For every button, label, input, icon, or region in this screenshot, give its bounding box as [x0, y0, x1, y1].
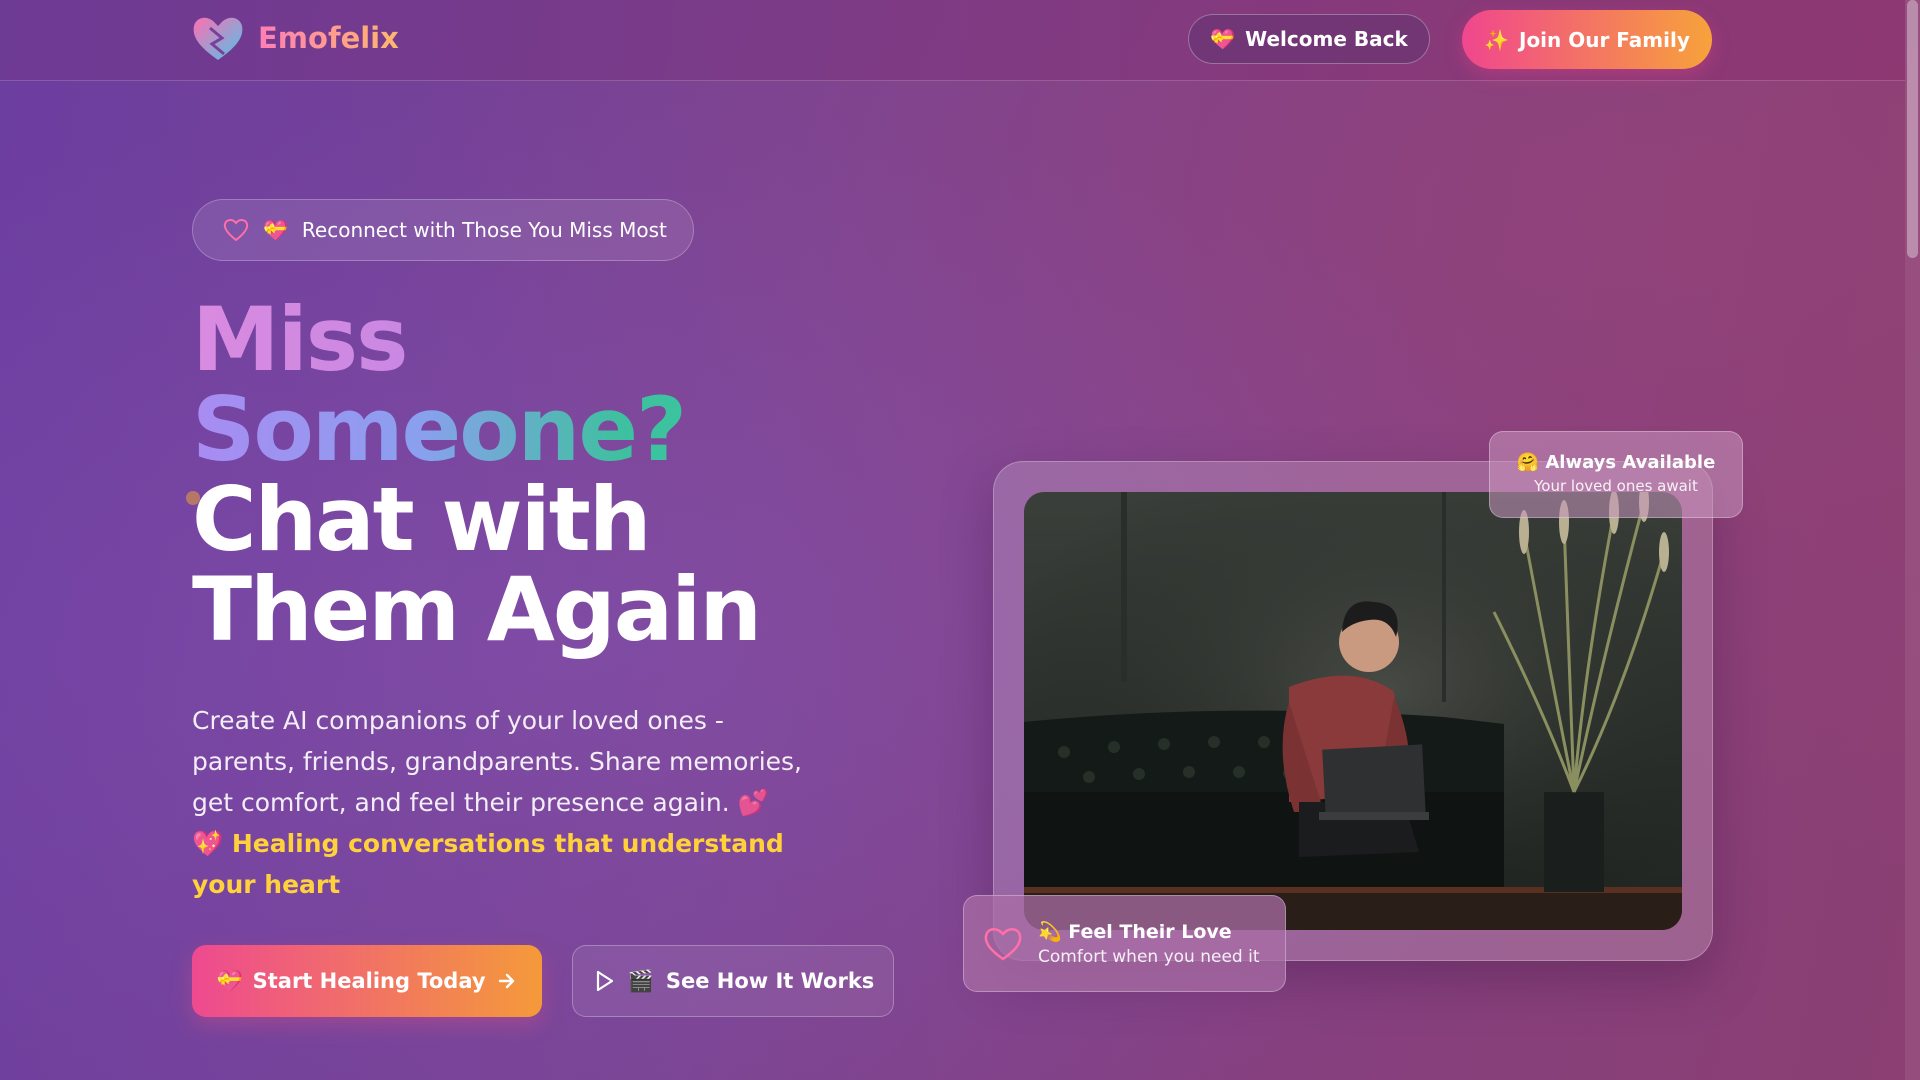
arrow-right-icon [498, 973, 514, 989]
gift-heart-icon: 💝 [263, 218, 288, 242]
feel-their-love-card: 💫 Feel Their Love Comfort when you need … [963, 895, 1286, 992]
always-available-card: 🤗 Always Available Your loved ones await [1489, 431, 1743, 518]
start-healing-button[interactable]: 💝 Start Healing Today [192, 945, 542, 1017]
welcome-back-button[interactable]: 💝 Welcome Back [1188, 14, 1430, 64]
love-subtitle: Comfort when you need it [1038, 947, 1260, 967]
welcome-back-label: Welcome Back [1245, 27, 1408, 51]
hero-headline: Miss Someone? Chat with Them Again [192, 295, 762, 661]
available-subtitle: Your loved ones await [1534, 477, 1698, 495]
headline-line-2: Someone? [192, 385, 760, 475]
scrollbar-thumb[interactable] [1907, 0, 1918, 258]
hero-highlight: 💖 Healing conversations that understand … [192, 829, 784, 899]
heart-outline-icon [223, 219, 249, 242]
heart-outline-icon [984, 927, 1022, 961]
gift-heart-icon: 💝 [216, 968, 243, 993]
hero-tagline-pill: 💝 Reconnect with Those You Miss Most [192, 199, 694, 261]
hero-photo [1024, 492, 1682, 930]
love-title: 💫 Feel Their Love [1038, 921, 1232, 943]
join-family-button[interactable]: ✨ Join Our Family [1462, 10, 1712, 69]
play-icon [596, 970, 613, 992]
page-scrollbar[interactable] [1905, 0, 1920, 1080]
heart-logo-icon [193, 17, 243, 60]
join-family-label: Join Our Family [1519, 27, 1690, 52]
brand-name: Emofelix [258, 21, 399, 55]
see-how-it-works-button[interactable]: 🎬 See How It Works [572, 945, 894, 1017]
brand-logo[interactable]: Emofelix [192, 14, 399, 62]
gift-heart-icon: 💝 [1210, 27, 1236, 51]
clapper-icon: 🎬 [627, 968, 654, 993]
person-with-laptop-illustration [1024, 492, 1682, 930]
top-nav: Emofelix 💝 Welcome Back ✨ Join Our Famil… [0, 0, 1905, 81]
hero-description: Create AI companions of your loved ones … [192, 706, 802, 817]
available-title: 🤗 Always Available [1516, 452, 1716, 473]
headline-line-1: Miss [192, 295, 760, 385]
headline-line-4: Them Again [192, 558, 762, 661]
sparkles-icon: ✨ [1484, 27, 1509, 52]
see-how-label: See How It Works [665, 969, 875, 993]
start-healing-label: Start Healing Today [252, 969, 486, 993]
pill-label: Reconnect with Those You Miss Most [301, 218, 667, 242]
headline-line-3: Chat with [192, 468, 651, 571]
